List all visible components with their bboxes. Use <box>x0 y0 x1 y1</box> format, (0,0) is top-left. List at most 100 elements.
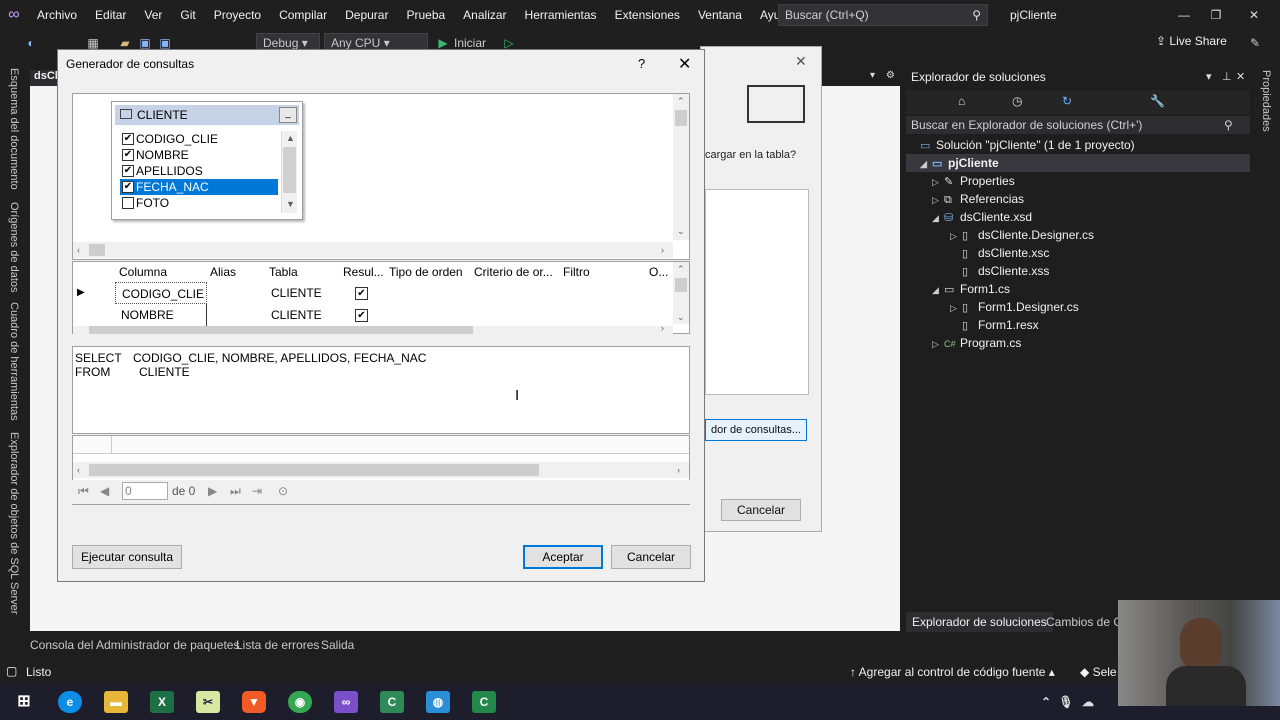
tree-dataset[interactable]: ◢ ⛁ dsCliente.xsd <box>932 208 1032 226</box>
grid-header-column[interactable]: Columna <box>119 265 167 279</box>
camtasia-recorder-icon[interactable]: C <box>472 691 496 713</box>
wizard-cancel-button[interactable]: Cancelar <box>721 499 801 521</box>
grid-output-checkbox[interactable]: ✔ <box>355 287 368 300</box>
camtasia-icon[interactable]: C <box>380 691 404 713</box>
grid-cell-column[interactable]: NOMBRE <box>121 304 207 326</box>
column-list-scrollbar[interactable]: ▲ ▼ <box>281 131 297 213</box>
select-repo-button[interactable]: ◆ Sele <box>1080 665 1117 679</box>
expand-icon[interactable]: ◢ <box>920 155 932 173</box>
tree-properties[interactable]: ▷ ✎ Properties <box>932 172 1015 190</box>
tree-dataset-designer[interactable]: ▷ ▯ dsCliente.Designer.cs <box>950 226 1094 244</box>
next-record-icon[interactable]: ▶ <box>208 484 217 498</box>
add-source-control-button[interactable]: ↑ Agregar al control de código fuente ▴ <box>850 665 1055 679</box>
column-checkbox[interactable]: ✔ <box>122 165 134 177</box>
strip-toolbox[interactable]: Cuadro de herramientas <box>8 302 20 421</box>
menu-git[interactable]: Git <box>171 0 204 30</box>
menu-herramientas[interactable]: Herramientas <box>516 0 606 30</box>
close-icon[interactable]: ✕ <box>1236 70 1245 83</box>
stop-icon[interactable]: ⊙ <box>278 484 288 498</box>
scroll-left-icon[interactable]: ‹ <box>77 465 80 475</box>
strip-document-outline[interactable]: Esquema del documento <box>8 68 20 190</box>
pin-icon[interactable]: ⊥ <box>1222 70 1232 83</box>
grid-header-sort-type[interactable]: Tipo de orden <box>389 265 463 279</box>
query-builder-button[interactable]: dor de consultas... <box>705 419 807 441</box>
grid-output-checkbox[interactable]: ✔ <box>355 309 368 322</box>
collapse-icon[interactable]: ▷ <box>932 191 944 209</box>
tab-git-changes[interactable]: Cambios de Gl <box>1046 612 1125 632</box>
grid-header-filter[interactable]: Filtro <box>563 265 590 279</box>
strip-data-sources[interactable]: Orígenes de datos <box>8 202 20 293</box>
tree-references[interactable]: ▷ ⧉ Referencias <box>932 190 1024 208</box>
close-icon[interactable]: ✕ <box>1236 0 1272 30</box>
tree-form1[interactable]: ◢ ▭ Form1.cs <box>932 280 1010 298</box>
scroll-up-icon[interactable]: ⌃ <box>677 264 685 275</box>
visual-studio-icon[interactable]: ∞ <box>334 691 358 713</box>
refresh-icon[interactable]: ↻ <box>1062 94 1072 108</box>
grid-header-or[interactable]: O... <box>649 265 668 279</box>
grid-header-table[interactable]: Tabla <box>269 265 298 279</box>
brave-icon[interactable]: ▼ <box>242 691 266 713</box>
minimize-icon[interactable]: — <box>1166 0 1202 30</box>
tree-dataset-xss[interactable]: ▯ dsCliente.xss <box>962 262 1049 280</box>
menu-ventana[interactable]: Ventana <box>689 0 751 30</box>
close-icon[interactable]: ✕ <box>678 54 691 74</box>
grid-cell-table[interactable]: CLIENTE <box>271 282 322 304</box>
tab-dropdown-icon[interactable]: ▾ <box>870 70 875 81</box>
column-checkbox[interactable]: ✔ <box>122 181 134 193</box>
menu-extensiones[interactable]: Extensiones <box>606 0 689 30</box>
new-record-icon[interactable]: ⇥ <box>252 484 262 498</box>
menu-prueba[interactable]: Prueba <box>397 0 454 30</box>
tree-dataset-xsc[interactable]: ▯ dsCliente.xsc <box>962 244 1049 262</box>
grid-vscrollbar[interactable]: ⌃ ⌄ <box>673 262 689 324</box>
scroll-down-icon[interactable]: ⌄ <box>677 226 685 237</box>
scroll-thumb[interactable] <box>89 464 539 476</box>
menu-analizar[interactable]: Analizar <box>454 0 515 30</box>
scroll-down-icon[interactable]: ▼ <box>286 199 295 209</box>
wrench-icon[interactable]: 🔧 <box>1150 94 1165 108</box>
column-checkbox[interactable] <box>122 197 134 209</box>
tab-solution-explorer[interactable]: Explorador de soluciones <box>906 612 1053 632</box>
collapse-icon[interactable]: ▷ <box>932 335 944 353</box>
scroll-thumb[interactable] <box>89 326 473 334</box>
diagram-vscrollbar[interactable]: ⌃ ⌄ <box>673 94 689 240</box>
grid-cell-column[interactable]: CODIGO_CLIE <box>115 282 207 304</box>
scroll-thumb[interactable] <box>675 278 687 292</box>
excel-icon[interactable]: X <box>150 691 174 713</box>
cancel-button[interactable]: Cancelar <box>611 545 691 569</box>
back-icon[interactable]: ◐ <box>22 34 40 52</box>
execute-query-button[interactable]: Ejecutar consulta <box>72 545 182 569</box>
file-explorer-icon[interactable]: ▬ <box>104 691 128 713</box>
expand-icon[interactable]: ◢ <box>932 281 944 299</box>
scroll-down-icon[interactable]: ⌄ <box>677 312 685 323</box>
grid-header-sort-order[interactable]: Criterio de or... <box>474 265 553 279</box>
tab-package-manager-console[interactable]: Consola del Administrador de paquetes <box>30 638 239 652</box>
tree-program[interactable]: ▷ C# Program.cs <box>932 334 1021 352</box>
collapse-icon[interactable]: ▷ <box>950 227 962 245</box>
grid-cell-table[interactable]: CLIENTE <box>271 304 322 326</box>
column-item[interactable]: ✔ CODIGO_CLIE <box>120 131 278 147</box>
menu-proyecto[interactable]: Proyecto <box>205 0 270 30</box>
column-checkbox[interactable]: ✔ <box>122 149 134 161</box>
minimize-icon[interactable]: _ <box>279 107 297 123</box>
settings-icon[interactable]: ⚙ <box>886 70 895 81</box>
record-number-input[interactable]: 0 <box>122 482 168 500</box>
scroll-right-icon[interactable]: › <box>661 323 664 333</box>
history-icon[interactable]: ◷ <box>1012 94 1022 108</box>
maximize-icon[interactable]: ❐ <box>1198 0 1234 30</box>
collapse-icon[interactable]: ▷ <box>932 173 944 191</box>
tree-solution[interactable]: ▭ Solución "pjCliente" (1 de 1 proyecto) <box>920 136 1135 154</box>
column-item[interactable]: FOTO <box>120 195 278 211</box>
menu-compilar[interactable]: Compilar <box>270 0 336 30</box>
strip-properties[interactable]: Propiedades <box>1260 70 1272 132</box>
scroll-up-icon[interactable]: ▲ <box>286 133 295 143</box>
ok-button[interactable]: Aceptar <box>523 545 603 569</box>
help-button[interactable]: ? <box>638 56 645 71</box>
last-record-icon[interactable]: ⏭ <box>230 484 241 499</box>
column-checkbox[interactable]: ✔ <box>122 133 134 145</box>
sql-pane[interactable]: SELECT CODIGO_CLIE, NOMBRE, APELLIDOS, F… <box>72 346 690 434</box>
tree-form1-resx[interactable]: ▯ Form1.resx <box>962 316 1039 334</box>
scroll-thumb[interactable] <box>283 147 296 193</box>
edge-icon[interactable]: e <box>58 691 82 713</box>
diagram-hscrollbar[interactable]: ‹ › <box>73 242 673 258</box>
collapse-icon[interactable]: ▷ <box>950 299 962 317</box>
